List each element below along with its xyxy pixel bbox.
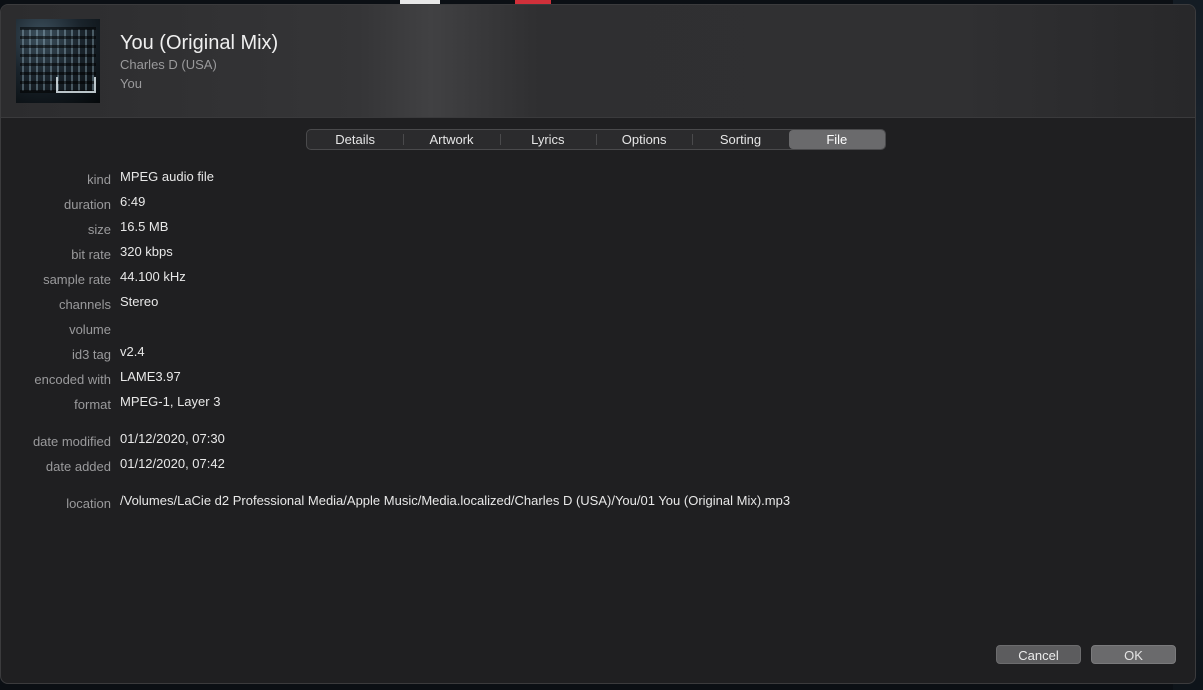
field-row-encoded-with: encoded with LAME3.97 [1, 369, 1195, 389]
field-row-bit-rate: bit rate 320 kbps [1, 244, 1195, 264]
field-value: Stereo [120, 294, 159, 309]
track-album: You [120, 76, 142, 91]
tab-bar: Details Artwork Lyrics Options Sorting F… [306, 129, 886, 150]
ok-button[interactable]: OK [1091, 645, 1176, 664]
field-label: format [74, 397, 111, 412]
field-label: sample rate [43, 272, 111, 287]
tab-options[interactable]: Options [595, 130, 692, 149]
field-value: 320 kbps [120, 244, 173, 259]
field-row-date-added: date added 01/12/2020, 07:42 [1, 456, 1195, 476]
field-row-location: location /Volumes/LaCie d2 Professional … [1, 493, 1195, 513]
tab-file[interactable]: File [788, 130, 885, 149]
file-location-path[interactable]: /Volumes/LaCie d2 Professional Media/App… [120, 493, 790, 508]
field-value: 01/12/2020, 07:30 [120, 431, 225, 446]
artwork-logo [56, 77, 96, 93]
field-label: date added [45, 459, 111, 474]
field-label: volume [69, 322, 111, 337]
field-label: kind [87, 172, 111, 187]
field-value: 16.5 MB [120, 219, 169, 234]
field-row-sample-rate: sample rate 44.100 kHz [1, 269, 1195, 289]
field-row-volume: volume [1, 319, 1195, 339]
field-value: 01/12/2020, 07:42 [120, 456, 225, 471]
song-info-dialog: You (Original Mix) Charles D (USA) You D… [0, 4, 1196, 684]
field-row-size: size 16.5 MB [1, 219, 1195, 239]
track-artist: Charles D (USA) [120, 57, 217, 72]
field-row-id3-tag: id3 tag v2.4 [1, 344, 1195, 364]
field-value: LAME3.97 [120, 369, 181, 384]
field-label: encoded with [34, 372, 111, 387]
tab-sorting[interactable]: Sorting [692, 130, 788, 149]
field-row-format: format MPEG-1, Layer 3 [1, 394, 1195, 414]
field-row-duration: duration 6:49 [1, 194, 1195, 214]
track-title: You (Original Mix) [120, 32, 279, 54]
field-row-channels: channels Stereo [1, 294, 1195, 314]
cancel-button[interactable]: Cancel [996, 645, 1081, 664]
field-label: channels [58, 297, 111, 312]
field-label: duration [64, 197, 111, 212]
field-label: size [87, 222, 111, 237]
field-row-kind: kind MPEG audio file [1, 169, 1195, 189]
field-label: bit rate [71, 247, 111, 262]
field-value: MPEG audio file [120, 169, 214, 184]
tab-lyrics[interactable]: Lyrics [499, 130, 596, 149]
tab-artwork[interactable]: Artwork [403, 130, 499, 149]
album-artwork [16, 19, 100, 103]
field-label: id3 tag [71, 347, 111, 362]
field-value: MPEG-1, Layer 3 [120, 394, 221, 409]
field-label: date modified [32, 434, 111, 449]
dialog-header: You (Original Mix) Charles D (USA) You [1, 5, 1195, 118]
field-value: 6:49 [120, 194, 146, 209]
tab-details[interactable]: Details [307, 130, 403, 149]
field-value: 44.100 kHz [120, 269, 186, 284]
field-row-date-modified: date modified 01/12/2020, 07:30 [1, 431, 1195, 451]
field-value: v2.4 [120, 344, 145, 359]
field-label: location [66, 496, 111, 511]
